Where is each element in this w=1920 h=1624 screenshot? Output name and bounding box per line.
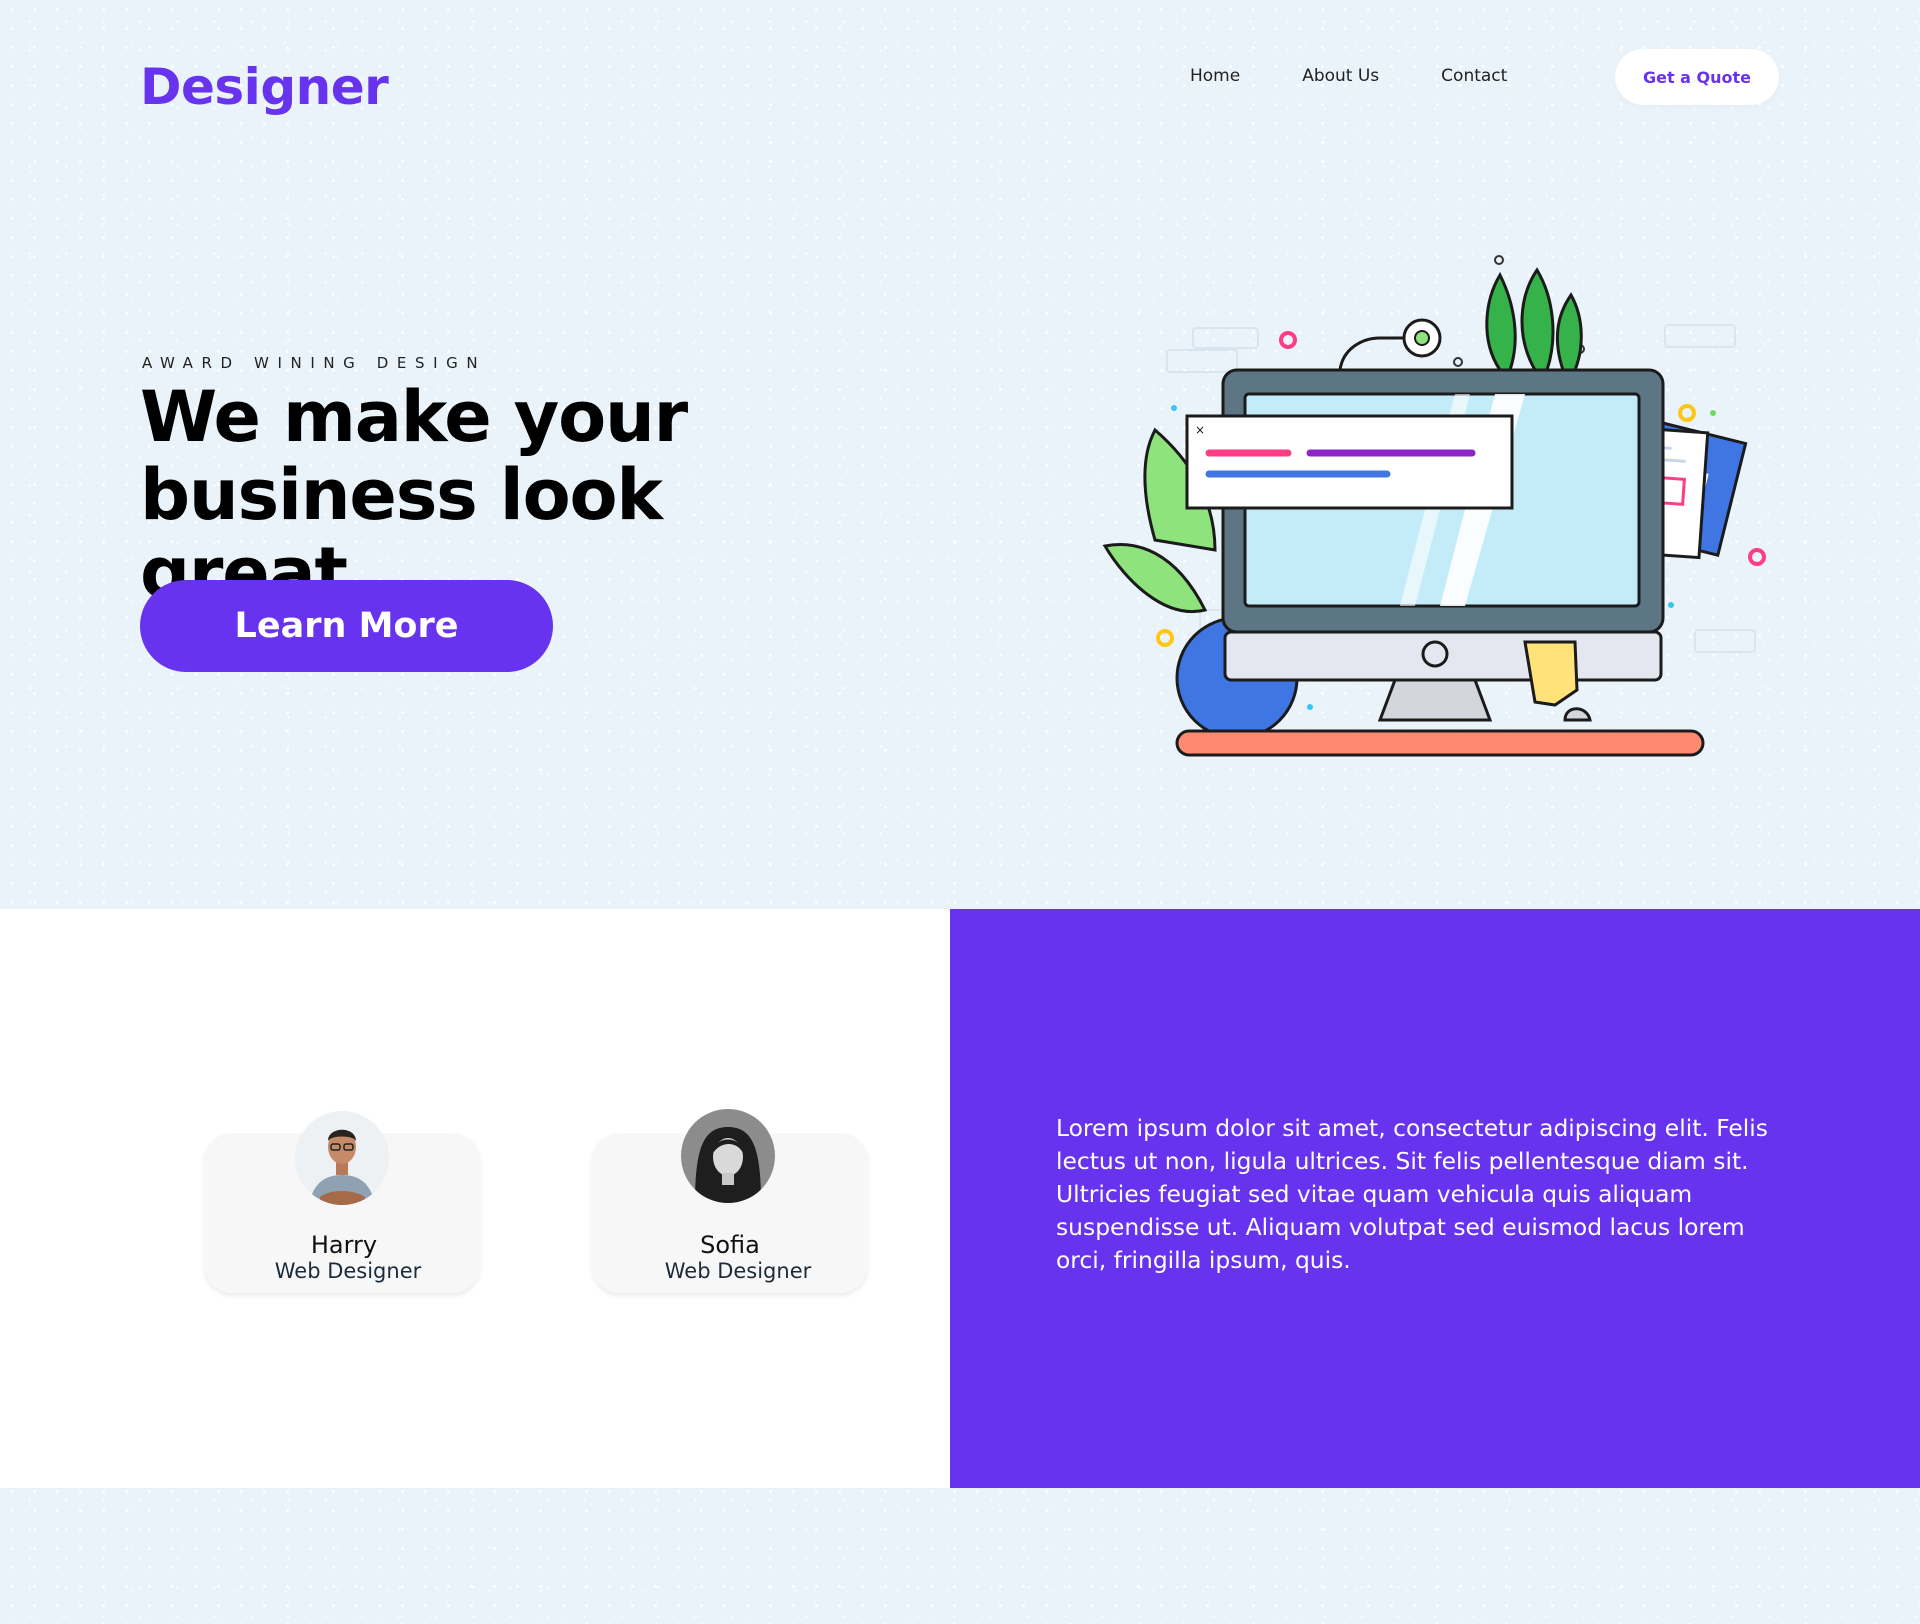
main-nav: Home About Us Contact <box>1190 66 1569 86</box>
hero-headline-line1: We make your <box>140 376 688 458</box>
member-role: Web Designer <box>274 1259 422 1283</box>
woman-portrait-avatar <box>681 1109 775 1203</box>
nav-home-link[interactable]: Home <box>1190 66 1240 86</box>
site-logo[interactable]: Designer <box>140 58 389 116</box>
man-portrait-avatar <box>295 1111 389 1205</box>
member-role: Web Designer <box>664 1259 812 1283</box>
get-quote-button[interactable]: Get a Quote <box>1615 49 1779 105</box>
hero-eyebrow: AWARD WINING DESIGN <box>142 354 487 372</box>
about-text: Lorem ipsum dolor sit amet, consectetur … <box>1056 1114 1768 1274</box>
hero-headline: We make your business look great <box>140 378 860 612</box>
nav-contact-link[interactable]: Contact <box>1441 66 1507 86</box>
svg-text:×: × <box>1195 423 1205 437</box>
learn-more-button[interactable]: Learn More <box>140 580 553 672</box>
member-name: Sofia <box>700 1231 760 1259</box>
team-section: Harry Web Designer Sofia Web Designer <box>0 909 950 1488</box>
desktop-computer-illustration: × <box>1102 255 1766 757</box>
nav-about-link[interactable]: About Us <box>1302 66 1379 86</box>
member-name: Harry <box>310 1231 378 1259</box>
